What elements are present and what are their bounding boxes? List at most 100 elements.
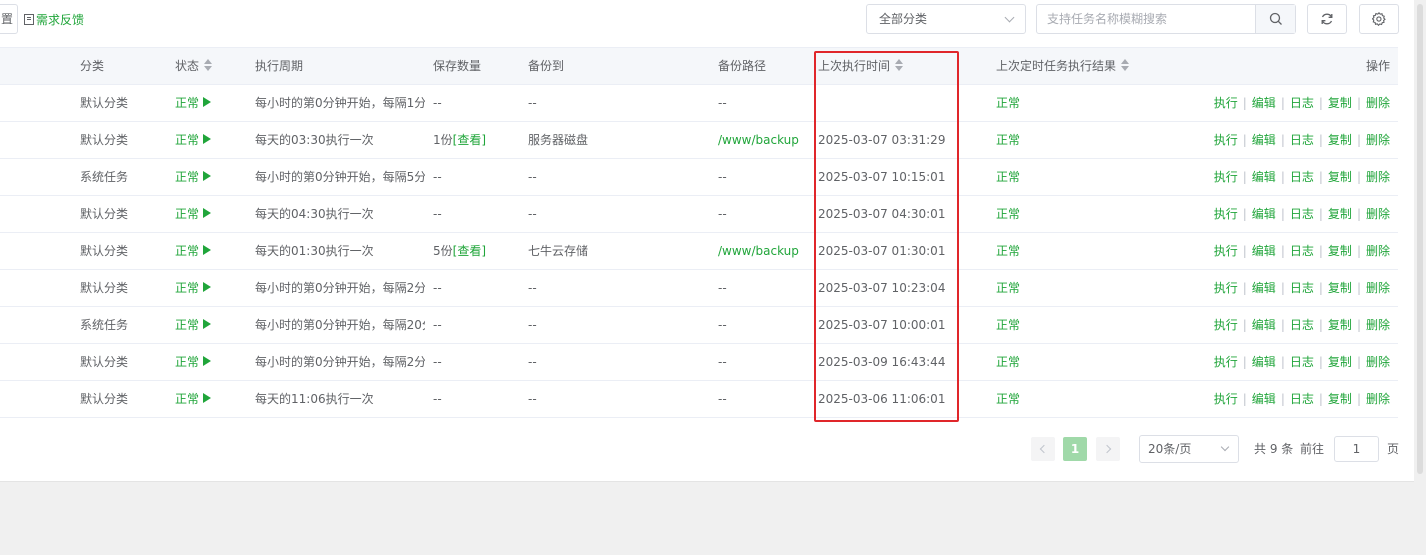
op-edit-link[interactable]: 编辑 [1252, 170, 1276, 184]
header-last-run[interactable]: 上次执行时间 [818, 48, 993, 84]
op-copy-link[interactable]: 复制 [1328, 392, 1352, 406]
cell-status[interactable]: 正常 [175, 196, 250, 232]
cell-keep: 1份[查看] [433, 122, 523, 158]
play-icon[interactable] [203, 171, 212, 181]
op-run-link[interactable]: 执行 [1214, 133, 1238, 147]
cell-status[interactable]: 正常 [175, 344, 250, 380]
op-edit-link[interactable]: 编辑 [1252, 355, 1276, 369]
search-button[interactable] [1255, 5, 1295, 33]
op-edit-link[interactable]: 编辑 [1252, 133, 1276, 147]
cell-status[interactable]: 正常 [175, 270, 250, 306]
op-run-link[interactable]: 执行 [1214, 170, 1238, 184]
op-log-link[interactable]: 日志 [1290, 133, 1314, 147]
play-icon[interactable] [203, 393, 212, 403]
cell-path[interactable]: /www/backup [718, 122, 813, 158]
chevron-down-icon [1004, 12, 1015, 23]
cell-status[interactable]: 正常 [175, 233, 250, 269]
cell-status[interactable]: 正常 [175, 307, 250, 343]
play-icon[interactable] [203, 134, 212, 144]
sort-icon[interactable] [894, 59, 904, 71]
settings-button[interactable] [1359, 4, 1399, 34]
cell-dest: 服务器磁盘 [528, 133, 589, 147]
keep-count[interactable]: 5份[查看] [433, 244, 486, 258]
page-scrollbar[interactable] [1414, 0, 1426, 555]
play-icon[interactable] [203, 208, 212, 218]
feedback-link[interactable]: 需求反馈 [24, 11, 84, 28]
cell-keep: -- [433, 307, 523, 343]
op-log-link[interactable]: 日志 [1290, 392, 1314, 406]
op-edit-link[interactable]: 编辑 [1252, 318, 1276, 332]
op-log-link[interactable]: 日志 [1290, 207, 1314, 221]
next-page-button[interactable] [1096, 437, 1120, 461]
op-delete-link[interactable]: 删除 [1366, 133, 1390, 147]
cell-ops: 执行 | 编辑 | 日志 | 复制 | 删除 [1214, 307, 1390, 343]
header-result[interactable]: 上次定时任务执行结果 [996, 48, 1186, 84]
cell-status[interactable]: 正常 [175, 122, 250, 158]
op-run-link[interactable]: 执行 [1214, 207, 1238, 221]
op-delete-link[interactable]: 删除 [1366, 318, 1390, 332]
header-cycle: 执行周期 [255, 59, 304, 73]
page-number-current[interactable]: 1 [1063, 437, 1087, 461]
play-icon[interactable] [203, 319, 212, 329]
play-icon[interactable] [203, 97, 212, 107]
op-edit-link[interactable]: 编辑 [1252, 392, 1276, 406]
op-log-link[interactable]: 日志 [1290, 281, 1314, 295]
prev-page-button[interactable] [1031, 437, 1055, 461]
view-backups-link[interactable]: [查看] [453, 133, 486, 147]
play-icon[interactable] [203, 282, 212, 292]
cell-status[interactable]: 正常 [175, 159, 250, 195]
category-select[interactable]: 全部分类 [866, 4, 1026, 34]
cell-status[interactable]: 正常 [175, 85, 250, 121]
op-log-link[interactable]: 日志 [1290, 244, 1314, 258]
header-result-label: 上次定时任务执行结果 [996, 59, 1117, 73]
op-edit-link[interactable]: 编辑 [1252, 96, 1276, 110]
settings-partial-button[interactable]: 置 [0, 4, 18, 34]
op-delete-link[interactable]: 删除 [1366, 244, 1390, 258]
play-icon[interactable] [203, 356, 212, 366]
op-delete-link[interactable]: 删除 [1366, 355, 1390, 369]
op-run-link[interactable]: 执行 [1214, 318, 1238, 332]
op-log-link[interactable]: 日志 [1290, 96, 1314, 110]
op-log-link[interactable]: 日志 [1290, 318, 1314, 332]
scrollbar-thumb[interactable] [1417, 4, 1423, 474]
op-copy-link[interactable]: 复制 [1328, 96, 1352, 110]
search-input[interactable] [1037, 5, 1256, 33]
op-edit-link[interactable]: 编辑 [1252, 244, 1276, 258]
play-icon[interactable] [203, 245, 212, 255]
page-size-select[interactable]: 20条/页 [1139, 435, 1239, 463]
op-delete-link[interactable]: 删除 [1366, 392, 1390, 406]
op-run-link[interactable]: 执行 [1214, 244, 1238, 258]
cell-path: -- [718, 392, 727, 406]
cell-last-run: 2025-03-07 03:31:29 [818, 133, 946, 147]
op-edit-link[interactable]: 编辑 [1252, 281, 1276, 295]
cell-cycle: 每小时的第0分钟开始，每隔5分钟执行 [255, 170, 425, 184]
op-delete-link[interactable]: 删除 [1366, 96, 1390, 110]
op-delete-link[interactable]: 删除 [1366, 170, 1390, 184]
op-run-link[interactable]: 执行 [1214, 281, 1238, 295]
op-run-link[interactable]: 执行 [1214, 355, 1238, 369]
op-copy-link[interactable]: 复制 [1328, 355, 1352, 369]
op-delete-link[interactable]: 删除 [1366, 207, 1390, 221]
op-copy-link[interactable]: 复制 [1328, 281, 1352, 295]
cell-path[interactable]: /www/backup [718, 233, 813, 269]
keep-count[interactable]: 1份[查看] [433, 133, 486, 147]
refresh-button[interactable] [1307, 4, 1347, 34]
op-delete-link[interactable]: 删除 [1366, 281, 1390, 295]
view-backups-link[interactable]: [查看] [453, 244, 486, 258]
cell-status[interactable]: 正常 [175, 381, 250, 417]
op-edit-link[interactable]: 编辑 [1252, 207, 1276, 221]
op-copy-link[interactable]: 复制 [1328, 244, 1352, 258]
op-log-link[interactable]: 日志 [1290, 170, 1314, 184]
sort-icon[interactable] [1120, 59, 1130, 71]
op-copy-link[interactable]: 复制 [1328, 207, 1352, 221]
sort-icon[interactable] [203, 59, 213, 71]
op-copy-link[interactable]: 复制 [1328, 318, 1352, 332]
header-status[interactable]: 状态 [175, 48, 250, 84]
goto-page-input[interactable] [1334, 436, 1379, 462]
op-run-link[interactable]: 执行 [1214, 96, 1238, 110]
op-run-link[interactable]: 执行 [1214, 392, 1238, 406]
op-log-link[interactable]: 日志 [1290, 355, 1314, 369]
cell-path: -- [718, 281, 727, 295]
op-copy-link[interactable]: 复制 [1328, 170, 1352, 184]
op-copy-link[interactable]: 复制 [1328, 133, 1352, 147]
